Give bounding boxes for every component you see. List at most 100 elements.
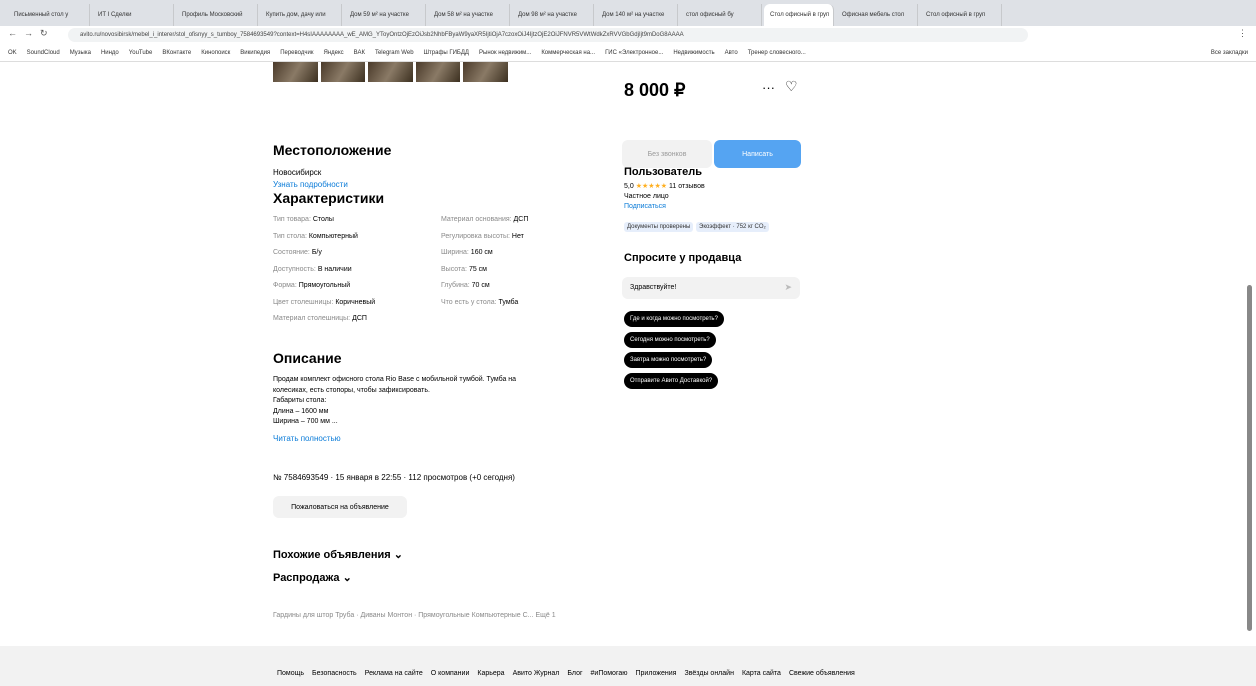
footer-link[interactable]: Карьера: [477, 670, 504, 677]
subscribe-link[interactable]: Подписаться: [624, 203, 666, 210]
footer-link[interactable]: Реклама на сайте: [365, 670, 423, 677]
browser-tab[interactable]: Дом 98 м² на участке: [512, 4, 594, 26]
city: Новосибирск: [273, 168, 322, 177]
photo-thumb[interactable]: [415, 62, 461, 82]
footer-link[interactable]: Приложения: [636, 670, 677, 677]
address-bar[interactable]: avito.ru/novosibirsk/mebel_i_interer/sto…: [68, 28, 1028, 42]
bookmark-item[interactable]: SoundCloud: [27, 50, 60, 56]
scrollbar[interactable]: [1247, 285, 1252, 631]
footer-link[interactable]: Звёзды онлайн: [684, 670, 733, 677]
spec-value: ДСП: [352, 315, 367, 322]
read-more-link[interactable]: Читать полностью: [273, 434, 341, 443]
spec-key: Материал основания:: [441, 216, 512, 223]
bookmark-item[interactable]: Рынок недвижим...: [479, 50, 531, 56]
forward-icon[interactable]: →: [24, 28, 33, 38]
question-chip[interactable]: Сегодня можно посмотреть?: [624, 332, 716, 348]
bookmark-item[interactable]: ГИС «Электронное...: [605, 50, 663, 56]
bookmark-item[interactable]: Авто: [725, 50, 738, 56]
photo-thumb[interactable]: [368, 62, 413, 82]
docs-verified-badge[interactable]: Документы проверены: [624, 222, 694, 232]
footer-link[interactable]: Блог: [567, 670, 582, 677]
omnibox-bar: avito.ru/novosibirsk/mebel_i_interer/sto…: [0, 26, 1256, 44]
browser-tab[interactable]: Стол офисный в груп: [920, 4, 1002, 26]
reload-icon[interactable]: ↻: [40, 28, 48, 39]
spec-value: 75 см: [468, 265, 487, 273]
bookmark-item[interactable]: Яндекс: [323, 50, 343, 56]
browser-tab[interactable]: Стол офисный в груп: [764, 4, 834, 26]
bookmarks-bar: OK SoundCloud Музыка Ниндо YouTube ВКонтакте К…: [0, 44, 1256, 62]
bookmark-item[interactable]: Кинопоиск: [201, 50, 230, 56]
bookmark-all[interactable]: Все закладки: [1211, 50, 1248, 56]
bookmark-item[interactable]: Ниндо: [101, 50, 119, 56]
spec-value: ДСП: [513, 216, 529, 223]
heart-icon[interactable]: ♡: [785, 78, 798, 95]
spec-row: Форма: Прямоугольный: [273, 282, 350, 289]
footer: [0, 646, 1256, 686]
footer-link[interactable]: Свежие объявления: [789, 670, 855, 677]
related-tags[interactable]: Гардины для штор Труба · Диваны Монтон ·…: [273, 612, 556, 619]
browser-tab[interactable]: Купить дом, дачу или: [260, 4, 342, 26]
complain-button[interactable]: Пожаловаться на объявление: [273, 496, 407, 518]
browser-tab[interactable]: Письменный стол у: [8, 4, 90, 26]
bookmark-item[interactable]: Музыка: [70, 50, 91, 56]
spec-row: Состояние: Б/у: [273, 249, 322, 256]
spec-key: Материал столешницы:: [273, 315, 351, 322]
more-icon[interactable]: ···: [762, 80, 775, 95]
footer-links: Помощь Безопасность Реклама на сайте О комп…: [277, 670, 855, 677]
bookmark-item[interactable]: Коммерческая на...: [541, 50, 595, 56]
eco-badge[interactable]: Экоэффект · 752 кг CO₂: [696, 222, 769, 232]
browser-tab[interactable]: ИТ I Сделки: [92, 4, 174, 26]
ask-input[interactable]: Здравствуйте! ➤: [622, 277, 800, 299]
footer-link[interactable]: Безопасность: [312, 670, 357, 677]
chevron-down-icon: ⌄: [342, 572, 352, 584]
bookmark-item[interactable]: Недвижимость: [673, 50, 714, 56]
bookmark-item[interactable]: Штрафы ГИБДД: [424, 50, 469, 56]
bookmark-item[interactable]: OK: [8, 50, 17, 56]
question-chip[interactable]: Завтра можно посмотреть?: [624, 352, 713, 368]
seller-name[interactable]: Пользователь: [624, 166, 702, 178]
bookmark-item[interactable]: Википедия: [240, 50, 270, 56]
photo-thumb[interactable]: [463, 62, 508, 82]
footer-link[interactable]: Помощь: [277, 670, 304, 677]
browser-tab[interactable]: Офисная мебель стол: [836, 4, 918, 26]
spec-key: Что есть у стола:: [441, 298, 497, 306]
spec-key: Доступность:: [273, 265, 316, 273]
spec-value: 160 см: [470, 249, 493, 256]
photo-thumb[interactable]: [273, 62, 318, 82]
bookmark-item[interactable]: ВАК: [354, 50, 365, 56]
spec-key: Глубина:: [441, 282, 470, 289]
spec-value: 70 см: [471, 282, 490, 289]
write-button[interactable]: Написать: [714, 140, 801, 168]
bookmark-item[interactable]: ВКонтакте: [162, 50, 191, 56]
footer-link[interactable]: Карта сайта: [742, 670, 781, 677]
browser-chrome: Письменный стол у ИТ I Сделки Профиль Моск…: [0, 0, 1256, 62]
send-icon[interactable]: ➤: [784, 282, 792, 293]
spec-key: Высота:: [441, 265, 467, 273]
similar-ads[interactable]: Похожие объявления ⌄: [273, 548, 403, 561]
footer-link[interactable]: О компании: [431, 670, 470, 677]
description-line: Продам комплект офисного стола Rio Base …: [273, 376, 517, 383]
location-link[interactable]: Узнать подробности: [273, 180, 348, 189]
seller-rating-row[interactable]: 5,0 ★★★★★ 11 отзывов: [624, 182, 705, 190]
browser-tab[interactable]: Дом 58 м² на участке: [428, 4, 510, 26]
location-title: Местоположение: [273, 142, 392, 158]
bookmark-item[interactable]: YouTube: [129, 50, 153, 56]
browser-tab[interactable]: Дом 59 м² на участке: [344, 4, 426, 26]
bookmark-item[interactable]: Тренер словесного...: [748, 50, 806, 56]
question-chip[interactable]: Где и когда можно посмотреть?: [624, 311, 724, 327]
footer-link[interactable]: Авито Журнал: [513, 670, 560, 677]
sale-section[interactable]: Распродажа ⌄: [273, 571, 352, 584]
ask-input-text: Здравствуйте!: [630, 284, 677, 291]
menu-icon[interactable]: ⋮: [1238, 28, 1247, 39]
browser-tab[interactable]: стол офисный бу: [680, 4, 762, 26]
photo-thumb[interactable]: [320, 62, 366, 82]
bookmark-item[interactable]: Переводчик: [280, 50, 313, 56]
no-calls-button[interactable]: Без звонков: [622, 140, 712, 168]
browser-tab[interactable]: Профиль Московский: [176, 4, 258, 26]
bookmark-item[interactable]: Telegram Web: [375, 50, 414, 56]
footer-link[interactable]: #иПомогаю: [591, 670, 628, 677]
question-chip[interactable]: Отправите Авито Доставкой?: [624, 373, 719, 389]
photo-strip[interactable]: [273, 62, 508, 82]
browser-tab[interactable]: Дом 140 м² на участке: [596, 4, 678, 26]
back-icon[interactable]: ←: [8, 28, 17, 38]
